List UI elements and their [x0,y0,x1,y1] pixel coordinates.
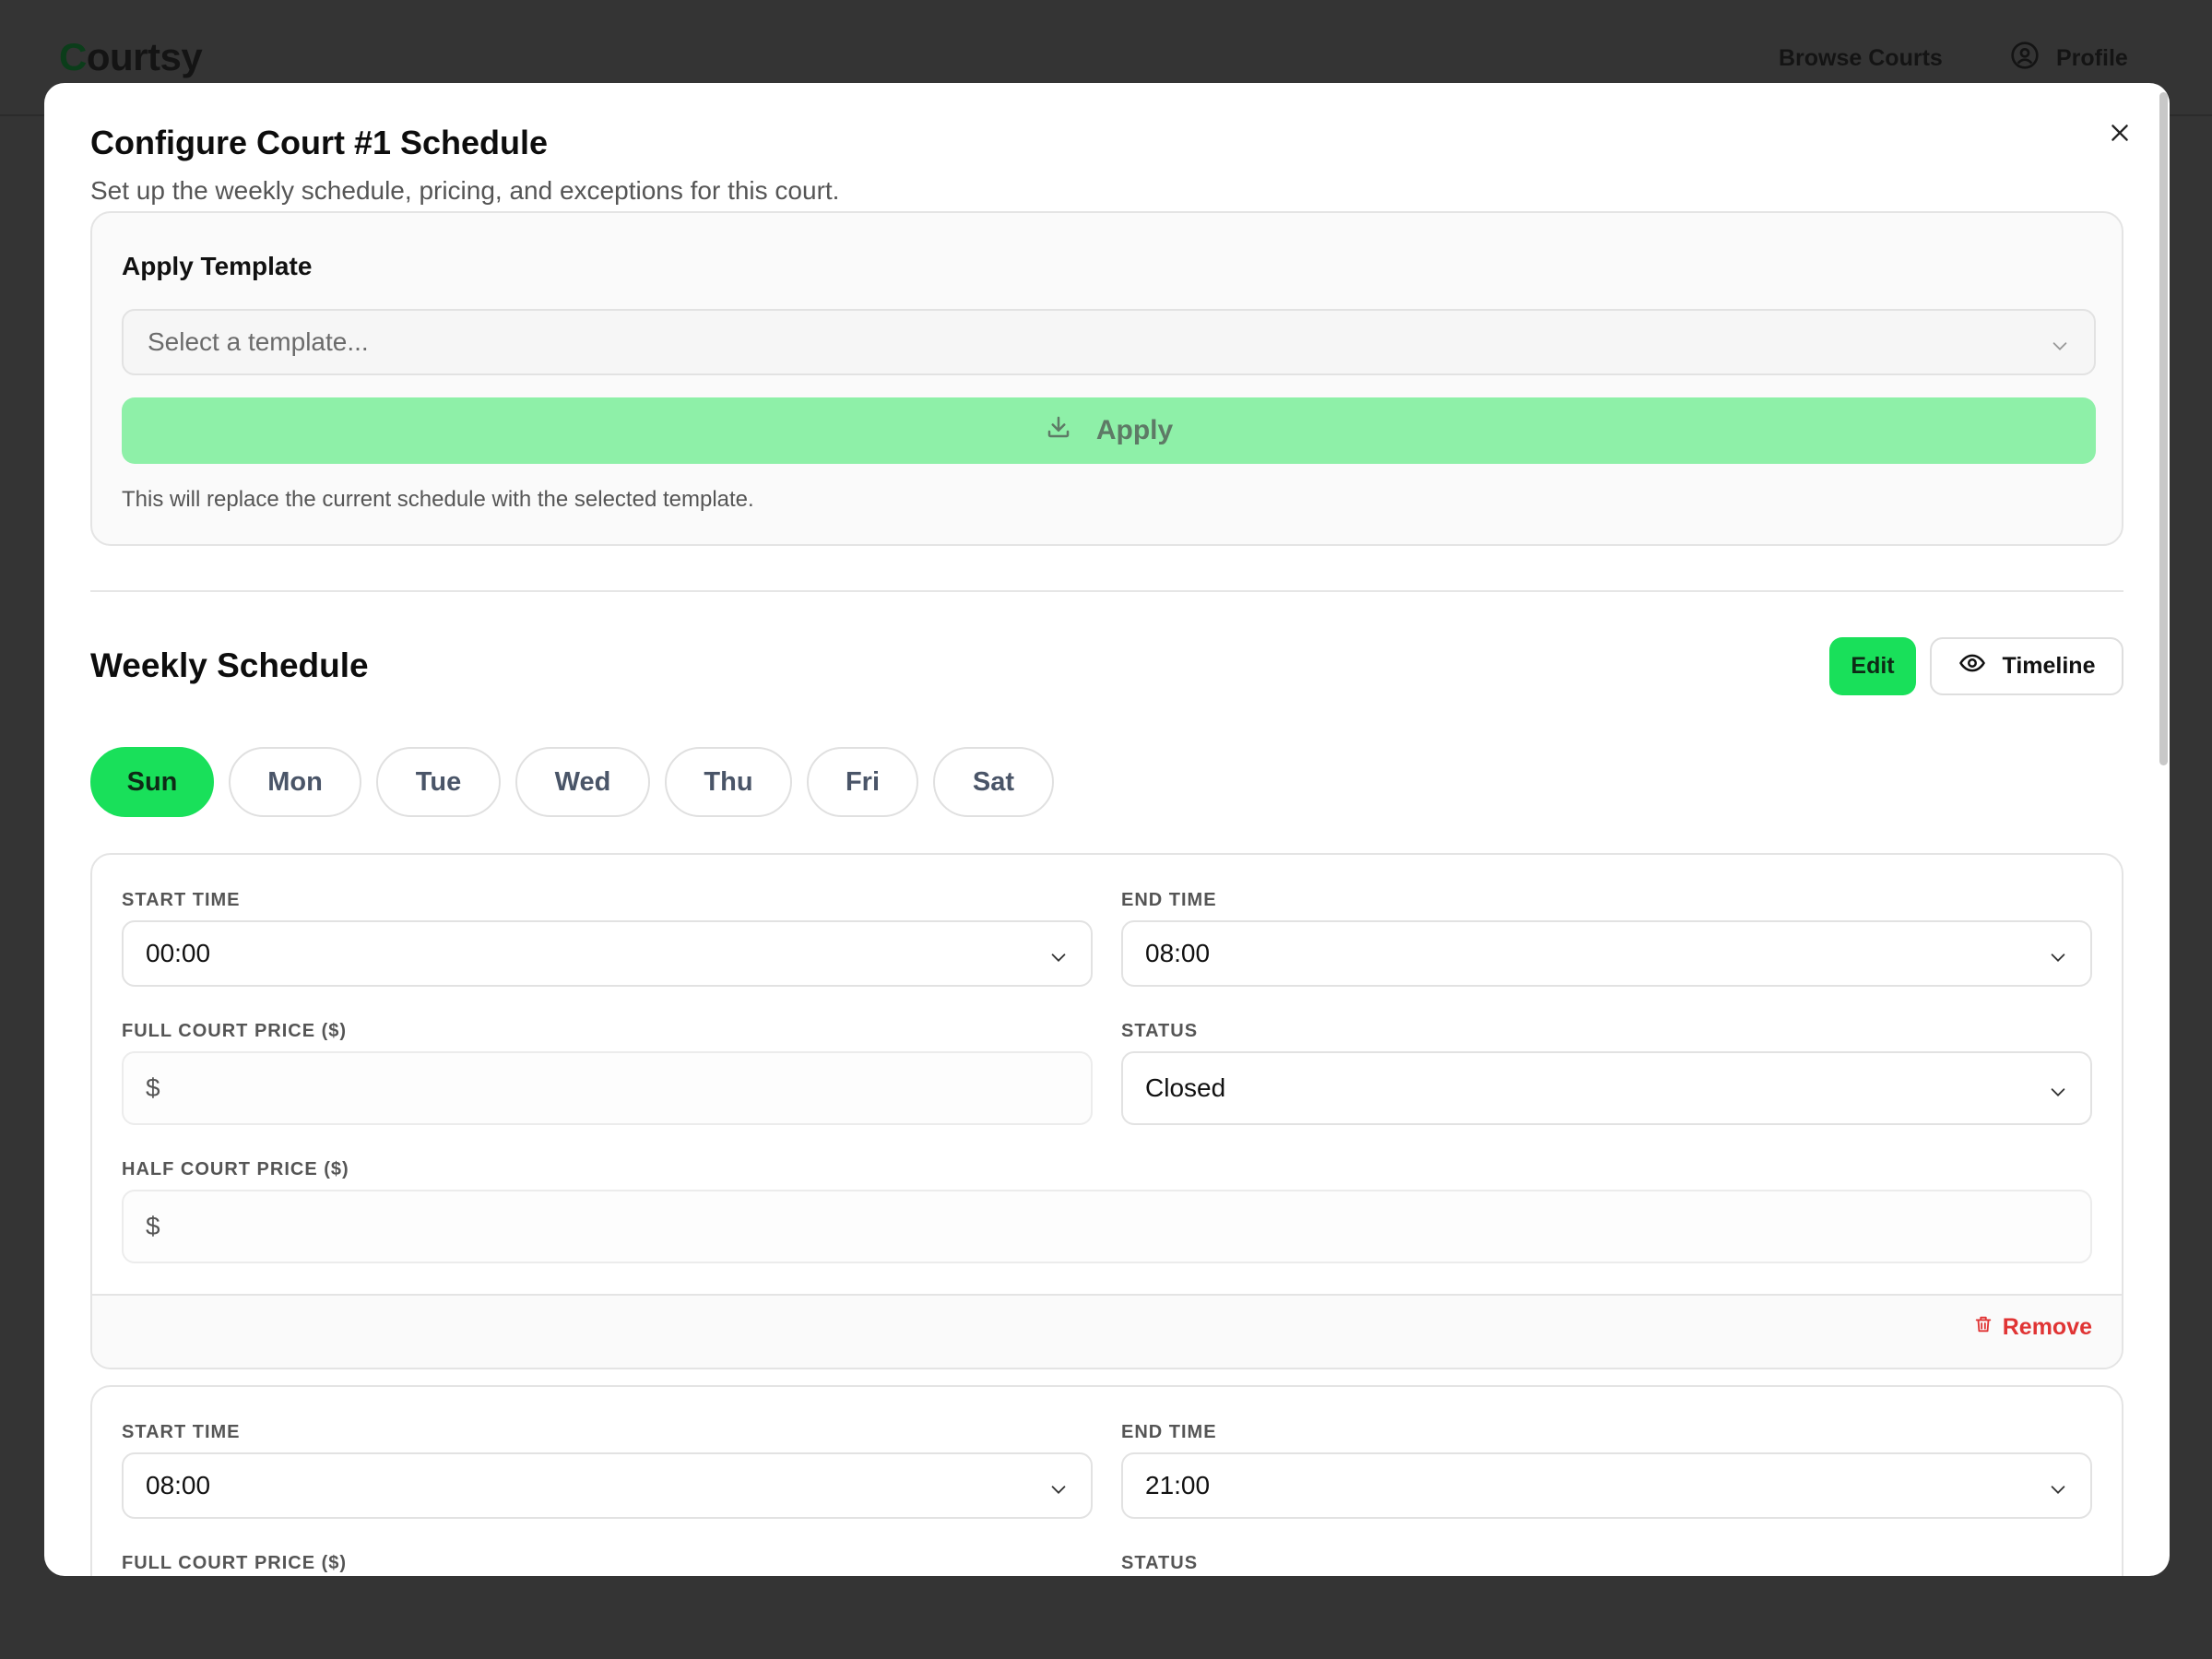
half-court-price-label: HALF COURT PRICE ($) [122,1159,349,1179]
chevron-down-icon [1048,1476,1069,1506]
chevron-down-icon [2048,1476,2068,1506]
half-court-price-input[interactable]: $ [122,1190,2092,1263]
day-tab-sat[interactable]: Sat [933,747,1054,817]
day-tab-thu[interactable]: Thu [665,747,792,817]
end-time-select[interactable]: 08:00 [1121,920,2092,987]
timeline-button[interactable]: Timeline [1930,637,2123,695]
full-court-price-label: FULL COURT PRICE ($) [122,1553,348,1573]
day-tab-sun[interactable]: Sun [90,747,214,817]
trash-icon [1973,1314,1993,1341]
currency-symbol: $ [146,1212,160,1240]
full-court-price-label: FULL COURT PRICE ($) [122,1021,348,1041]
end-time-select[interactable]: 21:00 [1121,1452,2092,1519]
eye-icon [1958,649,1986,683]
start-time-label: START TIME [122,890,241,910]
modal-scrollbar[interactable] [2159,92,2168,765]
end-time-label: END TIME [1121,1422,1217,1442]
time-slot-card: START TIME 00:00 END TIME 08:00 FULL COU… [90,853,2123,1369]
remove-label: Remove [2002,1314,2092,1340]
day-tab-wed[interactable]: Wed [515,747,650,817]
chevron-down-icon [2048,1079,2068,1108]
nav-browse-courts[interactable]: Browse Courts [1779,45,1943,72]
end-time-value: 21:00 [1145,1471,1211,1499]
apply-template-card: Apply Template Select a template... Appl… [90,211,2123,546]
chevron-down-icon [1048,944,1069,974]
status-label: STATUS [1121,1021,1199,1041]
start-time-label: START TIME [122,1422,241,1442]
user-circle-icon [2010,41,2040,77]
logo-initial: C [59,35,87,78]
day-tab-tue[interactable]: Tue [376,747,501,817]
timeline-button-label: Timeline [2002,653,2096,679]
modal-subtitle: Set up the weekly schedule, pricing, and… [90,176,840,205]
start-time-select[interactable]: 00:00 [122,920,1093,987]
chevron-down-icon [2050,333,2070,362]
nav-profile[interactable]: Profile [2010,41,2128,77]
time-slot-card: START TIME 08:00 END TIME 21:00 FULL COU… [90,1385,2123,1576]
apply-template-button[interactable]: Apply [122,397,2096,464]
chevron-down-icon [2048,944,2068,974]
apply-template-label: Apply Template [122,252,313,280]
day-tab-mon[interactable]: Mon [229,747,361,817]
logo-text: ourtsy [86,35,203,78]
start-time-select[interactable]: 08:00 [122,1452,1093,1519]
template-note: This will replace the current schedule w… [122,487,754,512]
modal-title: Configure Court #1 Schedule [90,124,549,161]
full-court-price-input[interactable]: $ [122,1051,1093,1125]
app-logo[interactable]: Courtsy [59,35,203,79]
status-select[interactable]: Closed [1121,1051,2092,1125]
start-time-value: 08:00 [146,1471,211,1499]
start-time-value: 00:00 [146,939,211,967]
apply-button-label: Apply [1095,415,1174,445]
edit-button[interactable]: Edit [1829,637,1916,695]
end-time-value: 08:00 [1145,939,1211,967]
status-value: Closed [1145,1073,1226,1102]
remove-slot-button[interactable]: Remove [1973,1314,2092,1341]
close-icon [2108,121,2132,149]
status-label: STATUS [1121,1553,1199,1573]
template-select[interactable]: Select a template... [122,309,2096,375]
slot-footer: Remove [92,1294,2122,1368]
download-icon [1045,413,1072,448]
nav-profile-label: Profile [2056,45,2128,71]
weekly-schedule-title: Weekly Schedule [90,646,369,684]
end-time-label: END TIME [1121,890,1217,910]
schedule-modal: Configure Court #1 Schedule Set up the w… [44,83,2170,1576]
day-tab-fri[interactable]: Fri [807,747,918,817]
section-divider [90,590,2123,592]
template-select-placeholder: Select a template... [148,327,369,356]
day-tabs: Sun Mon Tue Wed Thu Fri Sat [90,747,1054,817]
currency-symbol: $ [146,1073,160,1102]
close-button[interactable] [2100,114,2140,155]
